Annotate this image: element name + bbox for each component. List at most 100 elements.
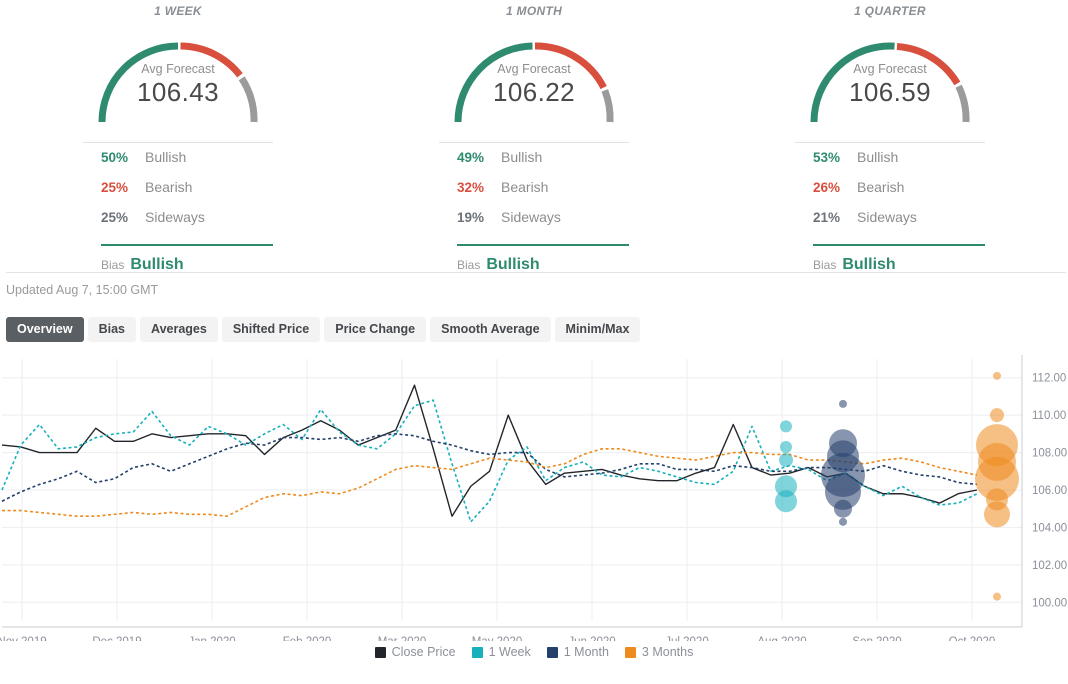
gauge-bullish-arc xyxy=(98,42,179,123)
bearish-label: Bearish xyxy=(501,179,549,195)
gauge-bearish-arc xyxy=(180,42,243,78)
gauge-sideways-arc xyxy=(238,76,258,123)
updated-timestamp: Updated Aug 7, 15:00 GMT xyxy=(6,283,159,297)
bias-label: Bias xyxy=(457,258,481,272)
legend-label: Close Price xyxy=(391,645,456,659)
y-axis-tick-label: 100.00 xyxy=(1032,597,1067,609)
y-axis-tick-label: 110.00 xyxy=(1032,410,1066,422)
card-body: 50% Bullish 25% Bearish 25% Sideways Bia… xyxy=(83,142,273,274)
bias-value: Bullish xyxy=(486,256,540,273)
sideways-label: Sideways xyxy=(857,209,917,225)
gauge-arc-svg xyxy=(98,42,258,123)
y-axis-tick-label: 106.00 xyxy=(1032,485,1067,497)
sideways-label: Sideways xyxy=(501,209,561,225)
y-axis-tick-label: 102.00 xyxy=(1032,560,1067,572)
gauge-1-week: Avg Forecast 106.43 xyxy=(90,26,266,126)
forecast-chart: 112.00 110.00 108.00 106.00 104.00 102.00 100.… xyxy=(0,351,1068,661)
legend-item[interactable]: Close Price xyxy=(374,645,456,659)
bullish-pct: 50% xyxy=(101,150,129,165)
tab-overview[interactable]: Overview xyxy=(6,317,84,342)
sideways-pct: 21% xyxy=(813,210,841,225)
card-body: 53% Bullish 26% Bearish 21% Sideways Bia… xyxy=(795,142,985,274)
tab-smooth-average[interactable]: Smooth Average xyxy=(430,317,551,342)
forecast-bubble xyxy=(993,592,1001,601)
tab-price-change[interactable]: Price Change xyxy=(324,317,427,342)
x-axis-tick-label: Jan 2020 xyxy=(188,636,235,641)
legend-swatch-icon xyxy=(374,646,386,658)
bias-row: Bias Bullish xyxy=(439,256,629,274)
x-axis-tick-label: Oct 2020 xyxy=(949,636,996,641)
stat-row-sideways: 19% Sideways xyxy=(439,209,629,239)
divider xyxy=(439,142,629,143)
x-axis-tick-label: Nov 2019 xyxy=(0,636,47,641)
bias-row: Bias Bullish xyxy=(83,256,273,274)
forecast-card-1-month: 1 MONTH Avg Forecast 106.22 49% Bullish xyxy=(356,0,712,274)
bullish-label: Bullish xyxy=(145,149,187,165)
forecast-bubble xyxy=(839,399,847,408)
bias-divider xyxy=(457,244,629,246)
gauge-1-quarter: Avg Forecast 106.59 xyxy=(802,26,978,126)
legend-label: 1 Month xyxy=(563,645,609,659)
x-axis-tick-label: Jun 2020 xyxy=(568,636,615,641)
chart-svg: 112.00 110.00 108.00 106.00 104.00 102.00 100.… xyxy=(0,355,1067,641)
bias-label: Bias xyxy=(813,258,837,272)
forecast-card-1-week: 1 WEEK Avg Forecast 106.43 50% Bullish 2… xyxy=(0,0,356,274)
bias-row: Bias Bullish xyxy=(795,256,985,274)
tab-shifted-price[interactable]: Shifted Price xyxy=(221,317,321,342)
forecast-bubble xyxy=(993,371,1001,380)
forecast-bubble xyxy=(775,490,797,513)
bearish-label: Bearish xyxy=(145,179,193,195)
card-title: 1 QUARTER xyxy=(854,4,926,18)
bullish-pct: 53% xyxy=(813,150,841,165)
bias-value: Bullish xyxy=(842,256,896,273)
bullish-label: Bullish xyxy=(501,149,543,165)
legend-swatch-icon xyxy=(546,646,558,658)
gauge-sideways-arc xyxy=(955,84,970,123)
x-axis-tick-label: Feb 2020 xyxy=(283,636,332,641)
chart-tab-bar: Overview Bias Averages Shifted Price Price C… xyxy=(0,317,1068,342)
legend-swatch-icon xyxy=(624,646,636,658)
x-axis-tick-label: Jul 2020 xyxy=(665,636,708,641)
legend-item[interactable]: 1 Week xyxy=(471,645,531,659)
divider xyxy=(83,142,273,143)
stat-row-bullish: 50% Bullish xyxy=(83,149,273,179)
stat-row-bullish: 49% Bullish xyxy=(439,149,629,179)
x-axis-tick-label: May 2020 xyxy=(472,636,523,641)
gauge-bullish-arc xyxy=(810,42,895,123)
legend-label: 1 Week xyxy=(488,645,531,659)
bullish-pct: 49% xyxy=(457,150,485,165)
gauge-sideways-arc xyxy=(601,89,614,123)
sideways-pct: 25% xyxy=(101,210,129,225)
bias-label: Bias xyxy=(101,258,125,272)
forecast-bubble xyxy=(780,440,792,453)
gauge-1-month: Avg Forecast 106.22 xyxy=(446,26,622,126)
bearish-pct: 32% xyxy=(457,180,485,195)
y-axis-tick-label: 112.00 xyxy=(1032,373,1066,385)
tab-bias[interactable]: Bias xyxy=(87,317,136,342)
bearish-label: Bearish xyxy=(857,179,905,195)
divider xyxy=(795,142,985,143)
forecast-bubble xyxy=(780,420,792,433)
stat-row-bearish: 32% Bearish xyxy=(439,179,629,209)
stat-row-bearish: 25% Bearish xyxy=(83,179,273,209)
stat-row-bearish: 26% Bearish xyxy=(795,179,985,209)
gauge-arc-svg xyxy=(454,42,614,123)
y-axis-tick-label: 108.00 xyxy=(1032,448,1067,460)
forecast-bubble xyxy=(839,517,847,526)
stat-row-bullish: 53% Bullish xyxy=(795,149,985,179)
x-axis-tick-label: Dec 2019 xyxy=(92,636,141,641)
bias-divider xyxy=(813,244,985,246)
sideways-pct: 19% xyxy=(457,210,485,225)
bearish-pct: 25% xyxy=(101,180,129,195)
legend-item[interactable]: 1 Month xyxy=(546,645,609,659)
tab-minim-max[interactable]: Minim/Max xyxy=(554,317,641,342)
forecast-bubble xyxy=(834,499,852,518)
card-title: 1 WEEK xyxy=(154,4,202,18)
x-axis-tick-label: Sep 2020 xyxy=(852,636,901,641)
forecast-card-1-quarter: 1 QUARTER Avg Forecast 106.59 53% Bullis… xyxy=(712,0,1068,274)
forecast-bubble xyxy=(984,501,1010,528)
bullish-label: Bullish xyxy=(857,149,899,165)
tab-averages[interactable]: Averages xyxy=(140,317,218,342)
forecast-bubble xyxy=(990,408,1004,423)
legend-item[interactable]: 3 Months xyxy=(624,645,693,659)
